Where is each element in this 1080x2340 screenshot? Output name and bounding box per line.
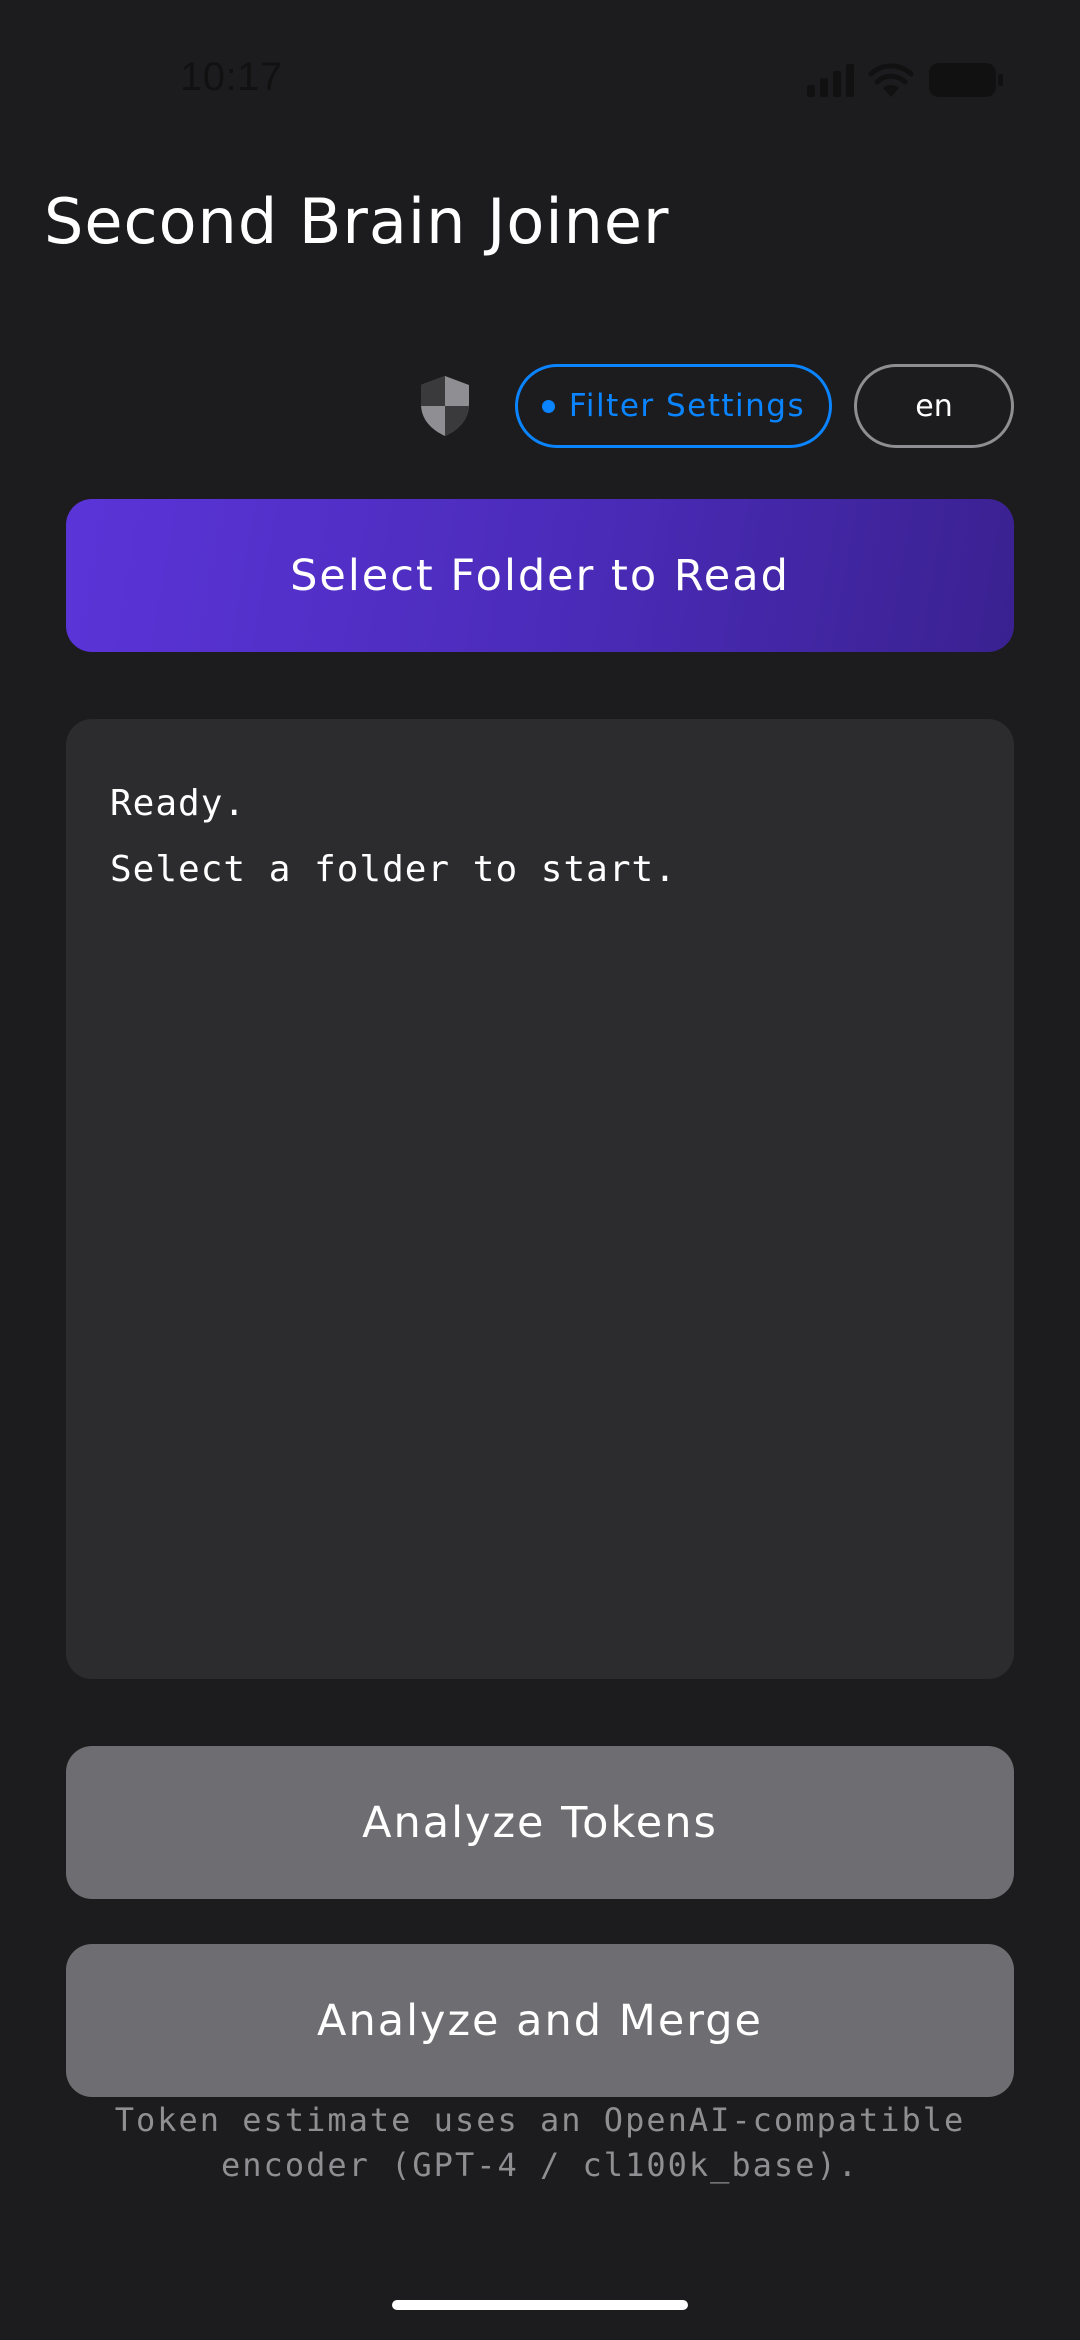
log-line: Select a folder to start. xyxy=(110,849,677,890)
log-line: Ready. xyxy=(110,783,247,824)
filter-active-dot-icon xyxy=(541,399,555,413)
analyze-merge-button[interactable]: Analyze and Merge xyxy=(66,1944,1014,2097)
analyze-tokens-label: Analyze Tokens xyxy=(362,1797,718,1848)
filter-settings-label: Filter Settings xyxy=(568,388,806,424)
app-screen: 10:17 Second Brain Joiner Filter Setting… xyxy=(0,0,1080,2340)
status-bar: 10:17 xyxy=(0,0,1080,160)
language-label: en xyxy=(915,388,953,424)
shield-icon[interactable] xyxy=(417,374,473,438)
filter-settings-button[interactable]: Filter Settings xyxy=(515,364,832,448)
select-folder-label: Select Folder to Read xyxy=(290,550,790,601)
signal-icon xyxy=(807,63,854,97)
home-indicator[interactable] xyxy=(392,2300,688,2310)
token-estimate-note-line1: Token estimate uses an OpenAI-compatible xyxy=(114,2101,966,2139)
language-button[interactable]: en xyxy=(854,364,1014,448)
select-folder-button[interactable]: Select Folder to Read xyxy=(66,499,1014,652)
battery-icon xyxy=(928,61,1004,99)
toolbar: Filter Settings en xyxy=(0,364,1080,448)
token-estimate-note: Token estimate uses an OpenAI-compatible… xyxy=(66,2098,1014,2188)
log-panel[interactable]: Ready. Select a folder to start. xyxy=(66,719,1014,1679)
status-time: 10:17 xyxy=(180,55,283,99)
analyze-merge-label: Analyze and Merge xyxy=(317,1995,763,2046)
analyze-tokens-button[interactable]: Analyze Tokens xyxy=(66,1746,1014,1899)
page-title: Second Brain Joiner xyxy=(44,185,670,258)
token-estimate-note-line2: encoder (GPT-4 / cl100k_base). xyxy=(221,2146,859,2184)
wifi-icon xyxy=(868,63,914,97)
status-icons xyxy=(807,60,1004,100)
